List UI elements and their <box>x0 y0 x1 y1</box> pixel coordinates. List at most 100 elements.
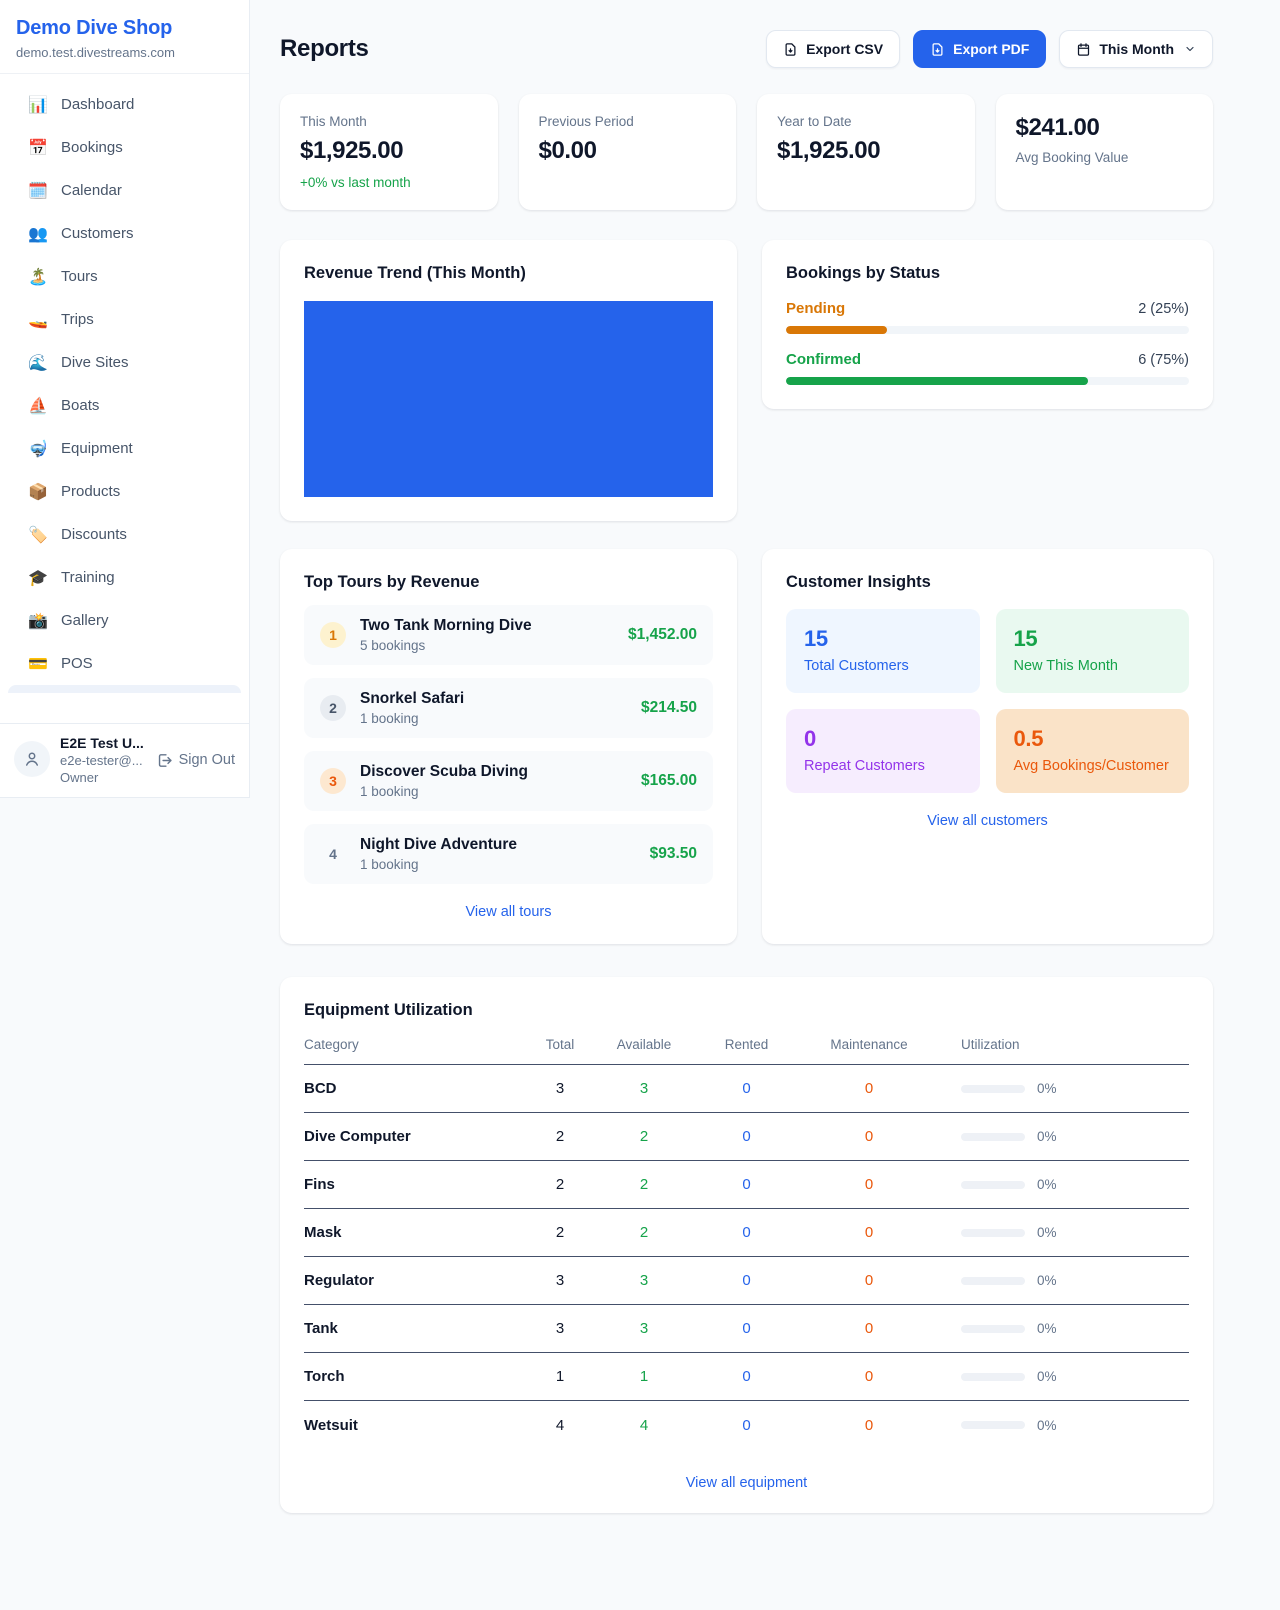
calendar-icon <box>1076 42 1091 57</box>
cell-maintenance: 0 <box>799 1176 939 1193</box>
tag-icon: 🏷️ <box>28 525 48 545</box>
cell-maintenance: 0 <box>799 1417 939 1434</box>
cell-total: 3 <box>526 1320 594 1337</box>
sign-out-label: Sign Out <box>179 752 235 768</box>
sidebar-item-training[interactable]: 🎓Training <box>0 556 249 599</box>
utilization-bar <box>961 1181 1025 1189</box>
bookings-by-status-title: Bookings by Status <box>786 264 1189 283</box>
export-pdf-button[interactable]: Export PDF <box>913 30 1046 68</box>
table-row: Fins 2 2 0 0 0% <box>304 1161 1189 1209</box>
view-all-equipment-link[interactable]: View all equipment <box>304 1475 1189 1491</box>
equipment-table: Category Total Available Rented Maintena… <box>304 1037 1189 1449</box>
export-csv-button[interactable]: Export CSV <box>766 30 900 68</box>
logout-icon <box>156 752 173 769</box>
sidebar-item-pos[interactable]: 💳POS <box>0 642 249 685</box>
sidebar-item-dive-sites[interactable]: 🌊Dive Sites <box>0 341 249 384</box>
sidebar: Demo Dive Shop demo.test.divestreams.com… <box>0 0 250 798</box>
sidebar-item-discounts[interactable]: 🏷️Discounts <box>0 513 249 556</box>
tour-amount: $214.50 <box>641 699 697 717</box>
status-count: 6 (75%) <box>1138 352 1189 368</box>
cell-available: 3 <box>594 1320 694 1337</box>
tour-row[interactable]: 4 Night Dive Adventure1 booking $93.50 <box>304 824 713 884</box>
cell-total: 2 <box>526 1176 594 1193</box>
tour-name: Two Tank Morning Dive <box>360 617 532 634</box>
user-email: e2e-tester@... <box>60 753 144 768</box>
period-selector[interactable]: This Month <box>1059 30 1213 68</box>
tour-row[interactable]: 2 Snorkel Safari1 booking $214.50 <box>304 678 713 738</box>
cell-utilization: 0% <box>939 1225 1189 1240</box>
sidebar-item-dashboard[interactable]: 📊Dashboard <box>0 83 249 126</box>
charts-row: Revenue Trend (This Month) Bookings by S… <box>280 240 1213 521</box>
table-row: Tank 3 3 0 0 0% <box>304 1305 1189 1353</box>
cell-available: 4 <box>594 1417 694 1434</box>
page-title: Reports <box>280 35 369 63</box>
stat-label: Previous Period <box>539 114 717 129</box>
cell-rented: 0 <box>694 1417 799 1434</box>
sidebar-item-tours[interactable]: 🏝️Tours <box>0 255 249 298</box>
table-row: BCD 3 3 0 0 0% <box>304 1065 1189 1113</box>
view-all-tours-link[interactable]: View all tours <box>304 904 713 920</box>
utilization-bar <box>961 1421 1025 1429</box>
progress-fill <box>786 326 887 334</box>
sidebar-item-reports-highlight[interactable] <box>8 685 241 693</box>
sidebar-item-customers[interactable]: 👥Customers <box>0 212 249 255</box>
sidebar-item-products[interactable]: 📦Products <box>0 470 249 513</box>
tile-value: 15 <box>804 626 962 652</box>
sidebar-item-label: Boats <box>61 397 99 414</box>
cell-maintenance: 0 <box>799 1224 939 1241</box>
cell-maintenance: 0 <box>799 1368 939 1385</box>
cell-rented: 0 <box>694 1272 799 1289</box>
rank-badge: 3 <box>320 768 346 794</box>
stat-delta: +0% vs last month <box>300 175 478 190</box>
tour-row[interactable]: 1 Two Tank Morning Dive5 bookings $1,452… <box>304 605 713 665</box>
sidebar-item-trips[interactable]: 🚤Trips <box>0 298 249 341</box>
cell-category: Tank <box>304 1320 526 1337</box>
cell-available: 2 <box>594 1224 694 1241</box>
sign-out-button[interactable]: Sign Out <box>156 752 235 769</box>
cell-maintenance: 0 <box>799 1272 939 1289</box>
sidebar-item-bookings[interactable]: 📅Bookings <box>0 126 249 169</box>
sidebar-item-label: Calendar <box>61 182 122 199</box>
speedboat-icon: 🚤 <box>28 310 48 330</box>
tile-label: Repeat Customers <box>804 758 962 774</box>
progress-track <box>786 377 1189 385</box>
tile-new-this-month: 15 New This Month <box>996 609 1190 693</box>
cell-total: 2 <box>526 1128 594 1145</box>
tour-bookings: 1 booking <box>360 857 636 872</box>
cell-utilization: 0% <box>939 1418 1189 1433</box>
col-header-utilization: Utilization <box>939 1037 1189 1052</box>
stat-card-year-to-date: Year to Date $1,925.00 <box>757 94 975 210</box>
sidebar-item-boats[interactable]: ⛵ Boats <box>0 384 249 427</box>
sidebar-item-equipment[interactable]: 🤿Equipment <box>0 427 249 470</box>
utilization-percent: 0% <box>1037 1273 1057 1288</box>
tour-row[interactable]: 3 Discover Scuba Diving1 booking $165.00 <box>304 751 713 811</box>
cell-category: Torch <box>304 1368 526 1385</box>
sidebar-item-calendar[interactable]: 🗓️Calendar <box>0 169 249 212</box>
sidebar-item-label: POS <box>61 655 93 672</box>
status-label: Confirmed <box>786 351 861 368</box>
export-pdf-label: Export PDF <box>953 41 1029 57</box>
cell-available: 3 <box>594 1080 694 1097</box>
progress-track <box>786 326 1189 334</box>
utilization-bar <box>961 1277 1025 1285</box>
stat-label: Year to Date <box>777 114 955 129</box>
topbar: Reports Export CSV Export PDF This Month <box>280 30 1213 68</box>
cell-available: 1 <box>594 1368 694 1385</box>
status-label: Pending <box>786 300 845 317</box>
sidebar-item-gallery[interactable]: 📸Gallery <box>0 599 249 642</box>
cell-total: 3 <box>526 1272 594 1289</box>
table-header: Category Total Available Rented Maintena… <box>304 1037 1189 1065</box>
sailboat-icon: ⛵ <box>28 396 48 416</box>
island-icon: 🏝️ <box>28 267 48 287</box>
cell-rented: 0 <box>694 1080 799 1097</box>
revenue-trend-title: Revenue Trend (This Month) <box>304 264 713 283</box>
cell-maintenance: 0 <box>799 1320 939 1337</box>
cell-total: 4 <box>526 1417 594 1434</box>
insights-row: Top Tours by Revenue 1 Two Tank Morning … <box>280 549 1213 944</box>
view-all-customers-link[interactable]: View all customers <box>786 813 1189 829</box>
bar-chart-icon: 📊 <box>28 95 48 115</box>
tour-amount: $165.00 <box>641 772 697 790</box>
table-row: Mask 2 2 0 0 0% <box>304 1209 1189 1257</box>
col-header-category: Category <box>304 1037 526 1052</box>
cell-rented: 0 <box>694 1320 799 1337</box>
